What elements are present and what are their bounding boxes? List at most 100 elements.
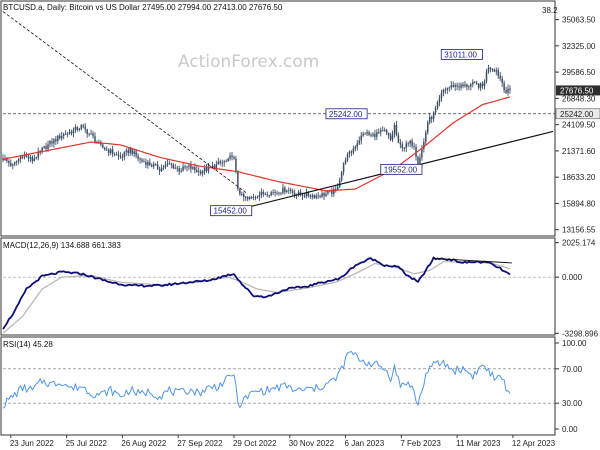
moving-average-line (2, 96, 511, 192)
candle-body (70, 131, 73, 134)
candle-body (243, 193, 245, 198)
date-tick-label: 26 Aug 2022 (121, 439, 166, 448)
candle-body (497, 70, 499, 76)
candle-body (160, 167, 163, 172)
candle-body (156, 164, 159, 170)
candle-body (129, 148, 131, 154)
candle-body (472, 81, 474, 85)
candle-body (196, 170, 198, 173)
candle-body (113, 153, 116, 155)
candle-body (137, 155, 139, 159)
candle-body (411, 140, 413, 147)
candle-body (139, 158, 141, 160)
price-tick-label: 15894.80 (562, 199, 596, 208)
candle-body (168, 163, 171, 165)
candle-body (364, 133, 366, 135)
candle-body (184, 166, 186, 168)
candle-body (289, 189, 292, 191)
candle-body (348, 151, 351, 155)
candle-body (432, 112, 435, 119)
candle-body (319, 196, 321, 197)
candle-body (366, 132, 368, 134)
candle-body (372, 134, 374, 136)
candle-body (10, 163, 12, 166)
price-annotation-label: 25242.00 (329, 110, 363, 119)
candle-body (215, 164, 218, 169)
candle-body (468, 86, 470, 88)
candle-body (51, 141, 53, 144)
candle-body (27, 156, 30, 159)
candle-body (481, 83, 484, 86)
candle-body (354, 146, 357, 149)
candle-body (76, 127, 79, 130)
candle-body (434, 107, 437, 113)
candle-body (262, 191, 265, 195)
candle-body (436, 101, 439, 108)
candle-body (13, 162, 16, 165)
candle-body (248, 197, 251, 199)
candle-body (317, 195, 319, 197)
candle-body (454, 85, 456, 87)
date-tick-label: 27 Sep 2022 (177, 439, 223, 448)
candle-body (145, 161, 147, 166)
date-tick-label: 11 Mar 2023 (456, 439, 501, 448)
macd-panel-frame (0, 237, 556, 336)
candle-body (278, 192, 280, 194)
candle-body (72, 129, 75, 134)
price-annotation-label: 31011.00 (444, 50, 477, 59)
candle-body (62, 134, 65, 137)
candle-body (90, 133, 92, 135)
candle-body (407, 143, 409, 145)
date-tick-label: 25 Jul 2022 (66, 439, 108, 448)
moving-average (2, 96, 511, 192)
macd-tick-label: 2025.174 (562, 239, 596, 248)
candle-body (260, 191, 263, 195)
rsi-tick-label: 0.00 (562, 425, 578, 434)
candle-body (221, 162, 223, 164)
rsi-tick-label: 70.00 (562, 365, 583, 374)
price-tick-label: 26848.30 (562, 94, 596, 103)
candle-body (19, 156, 22, 159)
candle-body (272, 192, 274, 193)
candle-body (94, 136, 96, 143)
candle-body (448, 87, 451, 89)
candle-body (33, 158, 36, 162)
candle-body (199, 171, 202, 174)
candle-body (197, 171, 200, 173)
macd-tick-label: 0.000 (562, 273, 583, 282)
candle-body (477, 83, 480, 88)
support-level: 25242.00 27676.50 (3, 85, 600, 120)
candle-body (475, 82, 478, 84)
price-panel-title: BTCUSD.a, Daily: Bitcoin vs US Dollar 27… (3, 3, 283, 12)
candle-body (176, 167, 178, 169)
date-tick-label: 29 Oct 2022 (233, 439, 277, 448)
date-tick-label: 23 Jun 2022 (10, 439, 55, 448)
candle-body (438, 98, 441, 102)
candle-body (256, 196, 259, 198)
date-tick-label: 30 Nov 2022 (289, 439, 335, 448)
candle-body (370, 134, 372, 136)
macd-series (2, 256, 512, 334)
candle-body (178, 168, 180, 172)
candle-body (421, 148, 423, 158)
candle-body (381, 130, 384, 132)
candle-body (231, 155, 233, 157)
candle-body (313, 195, 315, 198)
candle-body (485, 71, 488, 82)
candle-body (102, 144, 104, 148)
macd-tick-label: -3298.896 (562, 329, 599, 338)
candle-body (229, 155, 231, 159)
candle-body (395, 124, 398, 136)
candle-body (311, 195, 314, 197)
candle-body (380, 130, 382, 133)
candle-body (84, 126, 86, 130)
candle-body (284, 187, 286, 192)
candle-body (428, 116, 431, 123)
candle-body (233, 156, 235, 159)
candle-body (342, 163, 345, 173)
date-tick-label: 7 Feb 2023 (400, 439, 441, 448)
candle-body (149, 162, 151, 165)
candle-body (383, 129, 386, 131)
candle-body (188, 165, 190, 167)
candle-body (405, 143, 407, 148)
